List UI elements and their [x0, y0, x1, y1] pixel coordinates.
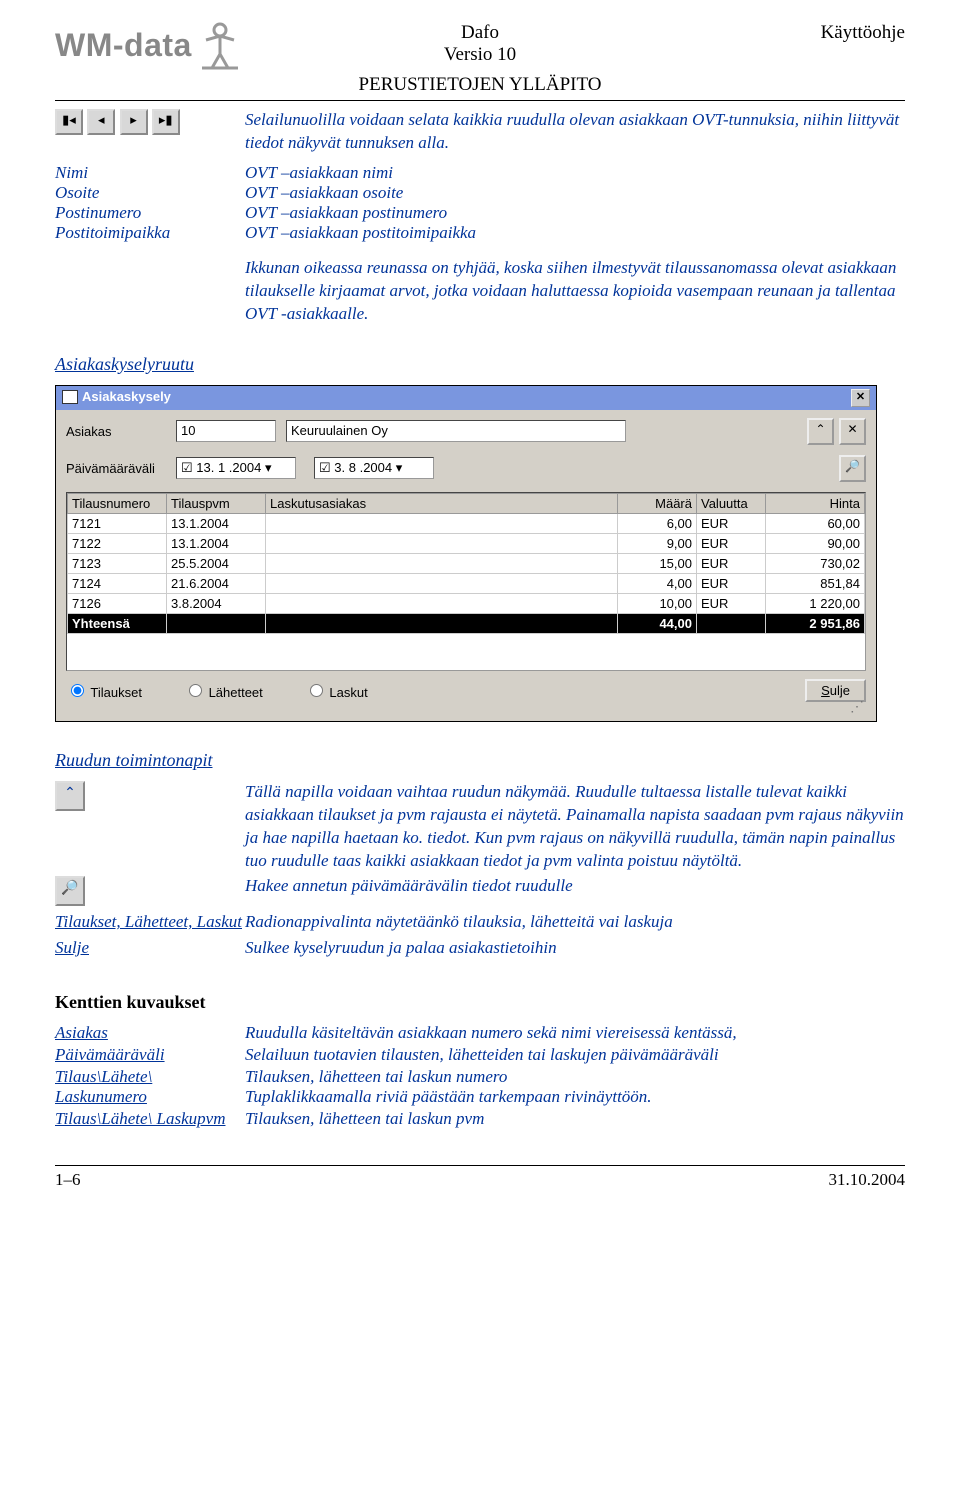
table-row[interactable]: 712113.1.20046,00EUR60,00	[68, 513, 865, 533]
field-label: Nimi	[55, 163, 245, 183]
divider	[55, 100, 905, 101]
column-header[interactable]: Hinta	[766, 493, 865, 513]
desc-sulje: Sulkee kyselyruudun ja palaa asiakastiet…	[245, 938, 905, 958]
label-daterange: Päivämääräväli	[66, 461, 176, 476]
table-row[interactable]: 71263.8.200410,00EUR1 220,00	[68, 593, 865, 613]
nav-first-icon[interactable]: ▮◂	[55, 109, 83, 135]
asiakaskysely-window: Asiakaskysely ✕ Asiakas 10 Keuruulainen …	[55, 385, 877, 722]
paragraph-2: Ikkunan oikeassa reunassa on tyhjää, kos…	[245, 257, 905, 326]
desc-radios: Radionappivalinta näytetäänkö tilauksia,…	[245, 912, 905, 932]
field-label: Asiakas	[55, 1023, 245, 1043]
intro-paragraph: Selailunuolilla voidaan selata kaikkia r…	[245, 109, 905, 155]
radio-tilaukset[interactable]: Tilaukset	[66, 681, 142, 700]
field-label: Tilaus\Lähete\ Laskupvm	[55, 1109, 245, 1129]
header-center: Dafo Versio 10	[55, 22, 905, 66]
binoculars-icon[interactable]: 🔎	[55, 876, 85, 906]
window-title: Asiakaskysely	[82, 389, 171, 404]
field-label: Postinumero	[55, 203, 245, 223]
field-desc: Selailuun tuotavien tilausten, lähetteid…	[245, 1045, 905, 1065]
field-desc: Tilauksen, lähetteen tai laskun numeroTu…	[245, 1067, 905, 1107]
radio-lahetteet[interactable]: Lähetteet	[184, 681, 263, 700]
heading-ruudun-toimintonapit: Ruudun toimintonapit	[55, 750, 905, 771]
nav-last-icon[interactable]: ▸▮	[152, 109, 180, 135]
footer: 1–6 31.10.2004	[55, 1165, 905, 1190]
label-asiakas: Asiakas	[66, 424, 176, 439]
heading-kenttien-kuvaukset: Kenttien kuvaukset	[55, 992, 905, 1013]
radio-laskut[interactable]: Laskut	[305, 681, 368, 700]
label-sulje: Sulje	[55, 938, 245, 958]
desc-search-button: Hakee annetun päivämäärävälin tiedot ruu…	[245, 876, 905, 896]
heading-asiakaskysely: Asiakaskyselyruutu	[55, 354, 905, 375]
section-title: PERUSTIETOJEN YLLÄPITO	[55, 74, 905, 96]
field-desc: Ruudulla käsiteltävän asiakkaan numero s…	[245, 1023, 905, 1043]
table-row[interactable]: 712421.6.20044,00EUR851,84	[68, 573, 865, 593]
desc-toggle-button: Tällä napilla voidaan vaihtaa ruudun näk…	[245, 781, 905, 873]
resize-grip-icon[interactable]: ⋰	[66, 698, 866, 715]
table-row[interactable]: 712213.1.20049,00EUR90,00	[68, 533, 865, 553]
input-asiakas-name[interactable]: Keuruulainen Oy	[286, 420, 626, 442]
label-tilaukset-lahetteet-laskut: Tilaukset, Lähetteet, Laskut	[55, 912, 245, 932]
table-row[interactable]: 712325.5.200415,00EUR730,02	[68, 553, 865, 573]
doc-title: Dafo	[55, 22, 905, 44]
page-number: 1–6	[55, 1170, 81, 1190]
field-desc: OVT –asiakkaan nimi	[245, 163, 905, 183]
clear-icon[interactable]: ✕	[839, 418, 866, 445]
column-header[interactable]: Laskutusasiakas	[266, 493, 618, 513]
close-icon[interactable]: ✕	[851, 389, 870, 407]
field-label: Tilaus\Lähete\ Laskunumero	[55, 1067, 245, 1107]
field-label: Päivämääräväli	[55, 1045, 245, 1065]
nav-next-icon[interactable]: ▸	[120, 109, 148, 135]
toggle-view-icon[interactable]: ⌃	[55, 781, 85, 811]
binoculars-icon[interactable]: 🔎	[839, 455, 866, 482]
footer-date: 31.10.2004	[829, 1170, 906, 1190]
column-header[interactable]: Tilauspvm	[167, 493, 266, 513]
field-desc: OVT –asiakkaan postinumero	[245, 203, 905, 223]
input-date-to[interactable]: 3. 8 .2004	[334, 460, 392, 475]
toggle-view-icon[interactable]: ⌃	[807, 418, 834, 445]
data-grid: TilausnumeroTilauspvmLaskutusasiakasMäär…	[66, 492, 866, 671]
field-desc: Tilauksen, lähetteen tai laskun pvm	[245, 1109, 905, 1129]
table-total-row: Yhteensä44,002 951,86	[68, 613, 865, 633]
input-date-from[interactable]: 13. 1 .2004	[196, 460, 261, 475]
nav-prev-icon[interactable]: ◂	[87, 109, 115, 135]
column-header[interactable]: Tilausnumero	[68, 493, 167, 513]
doc-kind: Käyttöohje	[821, 22, 905, 44]
input-asiakas-code[interactable]: 10	[176, 420, 276, 442]
column-header[interactable]: Valuutta	[697, 493, 766, 513]
field-desc: OVT –asiakkaan osoite	[245, 183, 905, 203]
column-header[interactable]: Määrä	[618, 493, 697, 513]
doc-version: Versio 10	[55, 44, 905, 66]
field-label: Postitoimipaikka	[55, 223, 245, 243]
field-desc: OVT –asiakkaan postitoimipaikka	[245, 223, 905, 243]
field-label: Osoite	[55, 183, 245, 203]
nav-buttons: ▮◂ ◂ ▸ ▸▮	[55, 109, 245, 135]
